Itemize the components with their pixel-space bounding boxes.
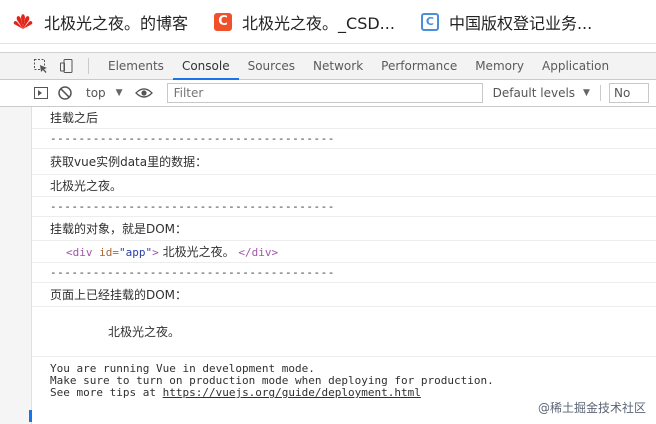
bookmark-csdn[interactable]: C 北极光之夜。_CSD... [214, 10, 395, 34]
filter-input[interactable] [166, 83, 483, 103]
chevron-down-icon: ▼ [583, 88, 590, 98]
context-selector[interactable]: top ▼ [86, 86, 123, 100]
bookmark-title: 北极光之夜。_CSD... [242, 13, 395, 33]
device-toolbar-icon[interactable] [58, 57, 76, 75]
clear-console-icon[interactable] [56, 84, 74, 102]
console-output: 挂载之后 -----------------------------------… [0, 107, 656, 424]
bookmark-title: 北极光之夜。的博客 [44, 13, 189, 33]
console-text: ---------------------------------------- [50, 266, 335, 279]
csdn-logo-icon: C [214, 12, 233, 31]
console-message: 挂载之后 [32, 107, 656, 129]
console-text: See more tips at [50, 386, 163, 399]
console-toolbar: top ▼ Default levels ▼ No [0, 80, 656, 107]
bookmarks-bar: 北极光之夜。的博客 C 北极光之夜。_CSD... C 中国版权登记业务... [0, 0, 656, 44]
console-message: 获取vue实例data里的数据： [32, 149, 656, 175]
log-levels-dropdown[interactable]: Default levels ▼ [493, 86, 590, 100]
vue-deployment-link[interactable]: https://vuejs.org/guide/deployment.html [163, 386, 421, 399]
bookmark-copyright[interactable]: C 中国版权登记业务... [420, 10, 593, 34]
html-text: 北极光之夜。 [158, 245, 239, 259]
watermark-text: @稀土掘金技术社区 [537, 401, 646, 415]
console-message: 北极光之夜。 [32, 307, 656, 357]
html-tag: </div> [238, 246, 279, 259]
bookmark-huawei-blog[interactable]: 北极光之夜。的博客 [12, 10, 188, 34]
console-text: 挂载的对象，就是DOM： [50, 222, 188, 236]
console-text: ---------------------------------------- [50, 200, 335, 213]
inspect-element-icon[interactable] [32, 57, 50, 75]
tab-memory[interactable]: Memory [466, 52, 533, 80]
dom-element-node[interactable]: <div id="app"> 北极光之夜。 </div> [32, 245, 279, 259]
context-label: top [86, 86, 106, 100]
console-text: 北极光之夜。 [50, 179, 123, 193]
html-attr-name: id [99, 246, 113, 259]
html-attr-value: "app" [119, 246, 153, 259]
toolbar-divider [599, 85, 601, 101]
toolbar-divider [88, 58, 89, 74]
issues-button[interactable]: No [608, 83, 649, 103]
devtools-tab-bar: Elements Console Sources Network Perform… [0, 52, 656, 80]
console-message: ---------------------------------------- [32, 263, 656, 283]
eye-icon[interactable] [134, 84, 153, 102]
html-tag: <div [66, 246, 93, 259]
console-text: 页面上已经挂载的DOM： [50, 288, 188, 302]
console-gutter [0, 107, 32, 424]
console-message: ---------------------------------------- [32, 197, 656, 217]
console-text: 获取vue实例data里的数据： [50, 155, 208, 169]
tab-console[interactable]: Console [172, 52, 239, 80]
console-text-line: See more tips at https://vuejs.org/guide… [50, 387, 656, 399]
log-levels-label: Default levels [492, 86, 576, 100]
tab-application[interactable]: Application [533, 52, 618, 80]
console-message: 页面上已经挂载的DOM： [32, 283, 656, 307]
console-prompt-marker [29, 410, 32, 422]
huawei-logo-icon [12, 13, 34, 31]
console-message: 挂载的对象，就是DOM： [32, 217, 656, 241]
tab-sources[interactable]: Sources [239, 52, 304, 80]
bookmark-title: 中国版权登记业务... [448, 13, 593, 33]
console-message: 北极光之夜。 [32, 175, 656, 197]
console-message: <div id="app"> 北极光之夜。 </div> [32, 241, 656, 263]
sidebar-toggle-icon[interactable] [32, 84, 50, 102]
console-text: ---------------------------------------- [50, 132, 335, 145]
tab-performance[interactable]: Performance [372, 52, 466, 80]
console-text: 挂载之后 [50, 111, 99, 125]
console-message: ---------------------------------------- [32, 129, 656, 149]
console-text: 北极光之夜。 [108, 325, 181, 339]
tab-network[interactable]: Network [304, 52, 372, 80]
chevron-down-icon: ▼ [115, 88, 123, 98]
gov-logo-icon: C [420, 12, 439, 31]
tab-elements[interactable]: Elements [99, 52, 173, 80]
html-tag: > [152, 246, 159, 259]
